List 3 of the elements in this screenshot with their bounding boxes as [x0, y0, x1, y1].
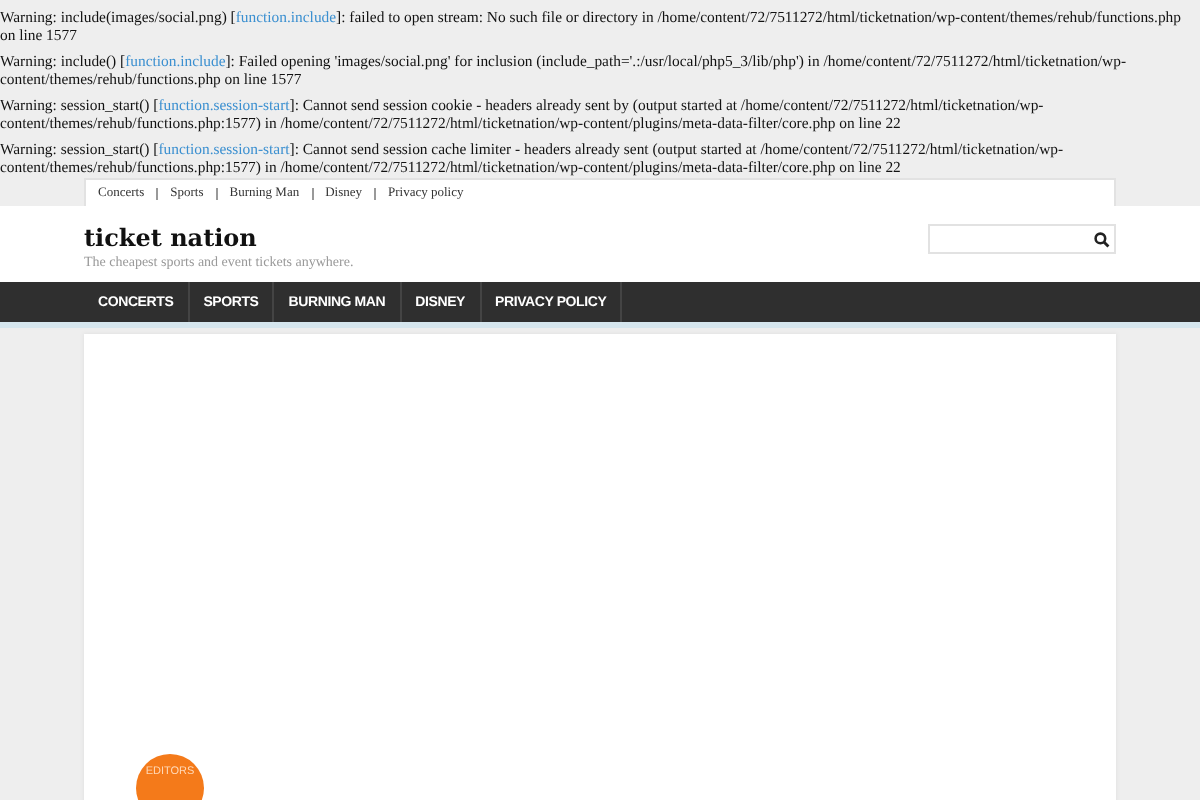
search-field[interactable] — [928, 224, 1116, 254]
search-icon[interactable] — [1094, 231, 1110, 247]
site-title[interactable]: ticket nation — [84, 224, 354, 252]
